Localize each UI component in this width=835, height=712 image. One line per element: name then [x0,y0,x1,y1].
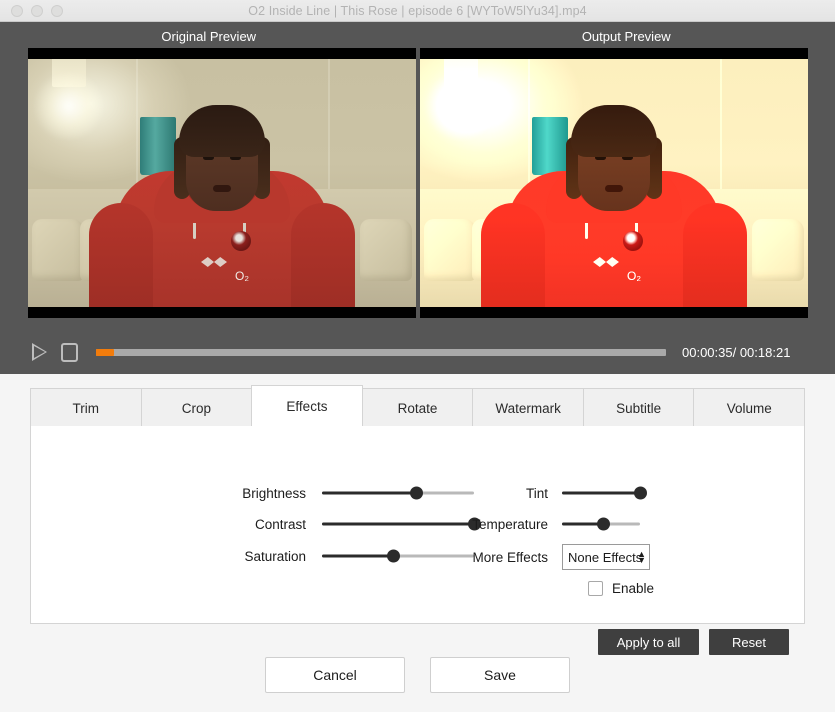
more-effects-control: More Effects None Effects ▲ ▼ [446,544,650,570]
title-bar: O2 Inside Line | This Rose | episode 6 [… [0,0,835,22]
temperature-control: Temperature [446,514,640,534]
tab-label: Subtitle [616,400,662,416]
slider-thumb[interactable] [633,486,647,500]
sofa-cushion [360,219,412,281]
video-scene-original: O₂ [28,59,416,307]
output-preview-video[interactable]: O₂ [420,48,808,318]
tab-rotate[interactable]: Rotate [362,389,474,427]
saturation-label: Saturation [244,548,306,564]
brightness-control: Brightness [196,483,474,503]
effects-tab-panel: Brightness Contrast Saturation Tint Temp… [30,426,805,655]
slider-thumb[interactable] [409,486,423,500]
slider-fill [322,554,394,558]
stop-icon [60,342,78,362]
slider-fill [562,491,640,495]
transport-controls: 00:00:35/ 00:18:21 [0,330,835,374]
person-shoulder-left [481,203,545,307]
save-button[interactable]: Save [430,657,570,693]
tint-slider[interactable] [562,486,647,500]
sofa-cushion [424,219,476,281]
more-effects-label: More Effects [472,549,548,565]
person-mouth [605,185,623,192]
dialog-footer: Cancel Save [0,657,835,693]
tab-watermark[interactable]: Watermark [473,389,584,427]
brightness-label: Brightness [242,485,306,501]
apply-to-all-button[interactable]: Apply to all [598,629,699,655]
rose-crest-badge [231,231,251,251]
umbro-logo [201,257,227,267]
temperature-slider[interactable] [562,517,640,531]
window-title: O2 Inside Line | This Rose | episode 6 [… [248,3,587,18]
tab-effects[interactable]: Effects [251,385,363,427]
editing-panel: Trim Crop Effects Rotate Watermark Subtitle Vo… [30,385,805,655]
original-preview-label: Original Preview [161,29,257,44]
tab-volume[interactable]: Volume [694,389,805,427]
person-mouth [213,185,231,192]
video-scene-output: O₂ [420,59,808,307]
play-button[interactable] [24,337,54,367]
timecode-display: 00:00:35/ 00:18:21 [682,344,791,360]
slider-thumb[interactable] [386,549,400,563]
wall-seam [136,59,138,193]
tab-strip: Trim Crop Effects Rotate Watermark Subtitle Vo… [30,385,805,427]
tab-label: Watermark [495,400,561,416]
tint-control: Tint [446,483,647,503]
contrast-control: Contrast [196,514,481,534]
enable-checkbox-row: Enable [588,581,654,596]
rose-crest-badge [623,231,643,251]
output-video-frame-content: O₂ [420,59,808,307]
original-video-frame-content: O₂ [28,59,416,307]
seek-slider[interactable] [96,348,666,356]
slider-thumb[interactable] [596,517,610,531]
preview-region: Original Preview Output Preview O₂ O₂ 00… [0,22,835,374]
o2-sponsor-logo: O₂ [627,269,641,283]
tint-label: Tint [525,485,548,501]
original-preview-video[interactable]: O₂ [28,48,416,318]
stepper-updown-icon: ▲ ▼ [637,549,646,565]
video-previews: O₂ O₂ [28,48,808,318]
output-preview-label: Output Preview [581,29,671,44]
wall-lamp-glow [32,73,106,139]
tab-crop[interactable]: Crop [141,389,253,427]
person-shoulder-right [683,203,747,307]
reset-button[interactable]: Reset [709,629,789,655]
saturation-control: Saturation [196,546,474,566]
tab-label: Trim [72,400,100,416]
more-effects-select[interactable]: None Effects ▲ ▼ [562,544,650,570]
sofa-cushion [32,219,84,281]
more-effects-selected-value: None Effects [568,549,643,565]
o2-sponsor-logo: O₂ [235,269,249,283]
teal-table-lamp [140,117,176,175]
slider-fill [322,491,417,495]
sofa-cushion [752,219,804,281]
tab-label: Effects [286,399,328,414]
video-editor-window: O2 Inside Line | This Rose | episode 6 [… [0,0,835,712]
teal-table-lamp [532,117,568,175]
enable-label: Enable [612,581,655,596]
wall-seam [528,59,530,193]
tab-trim[interactable]: Trim [31,389,142,427]
tab-label: Volume [726,400,772,416]
wall-lamp-glow [424,73,498,139]
tab-label: Rotate [397,400,438,416]
preview-labels: Original Preview Output Preview [0,26,835,44]
tab-label: Crop [181,400,211,416]
umbro-logo [593,257,619,267]
play-icon [31,343,47,361]
cancel-button[interactable]: Cancel [265,657,405,693]
contrast-label: Contrast [254,516,306,532]
person-shoulder-left [89,203,153,307]
tab-subtitle[interactable]: Subtitle [583,389,695,427]
wall-seam [720,59,722,193]
temperature-label: Temperature [472,516,548,532]
enable-checkbox[interactable] [588,581,603,596]
stop-button[interactable] [54,337,84,367]
person-shoulder-right [291,203,355,307]
wall-seam [328,59,330,193]
seek-progress-fill [96,348,115,356]
